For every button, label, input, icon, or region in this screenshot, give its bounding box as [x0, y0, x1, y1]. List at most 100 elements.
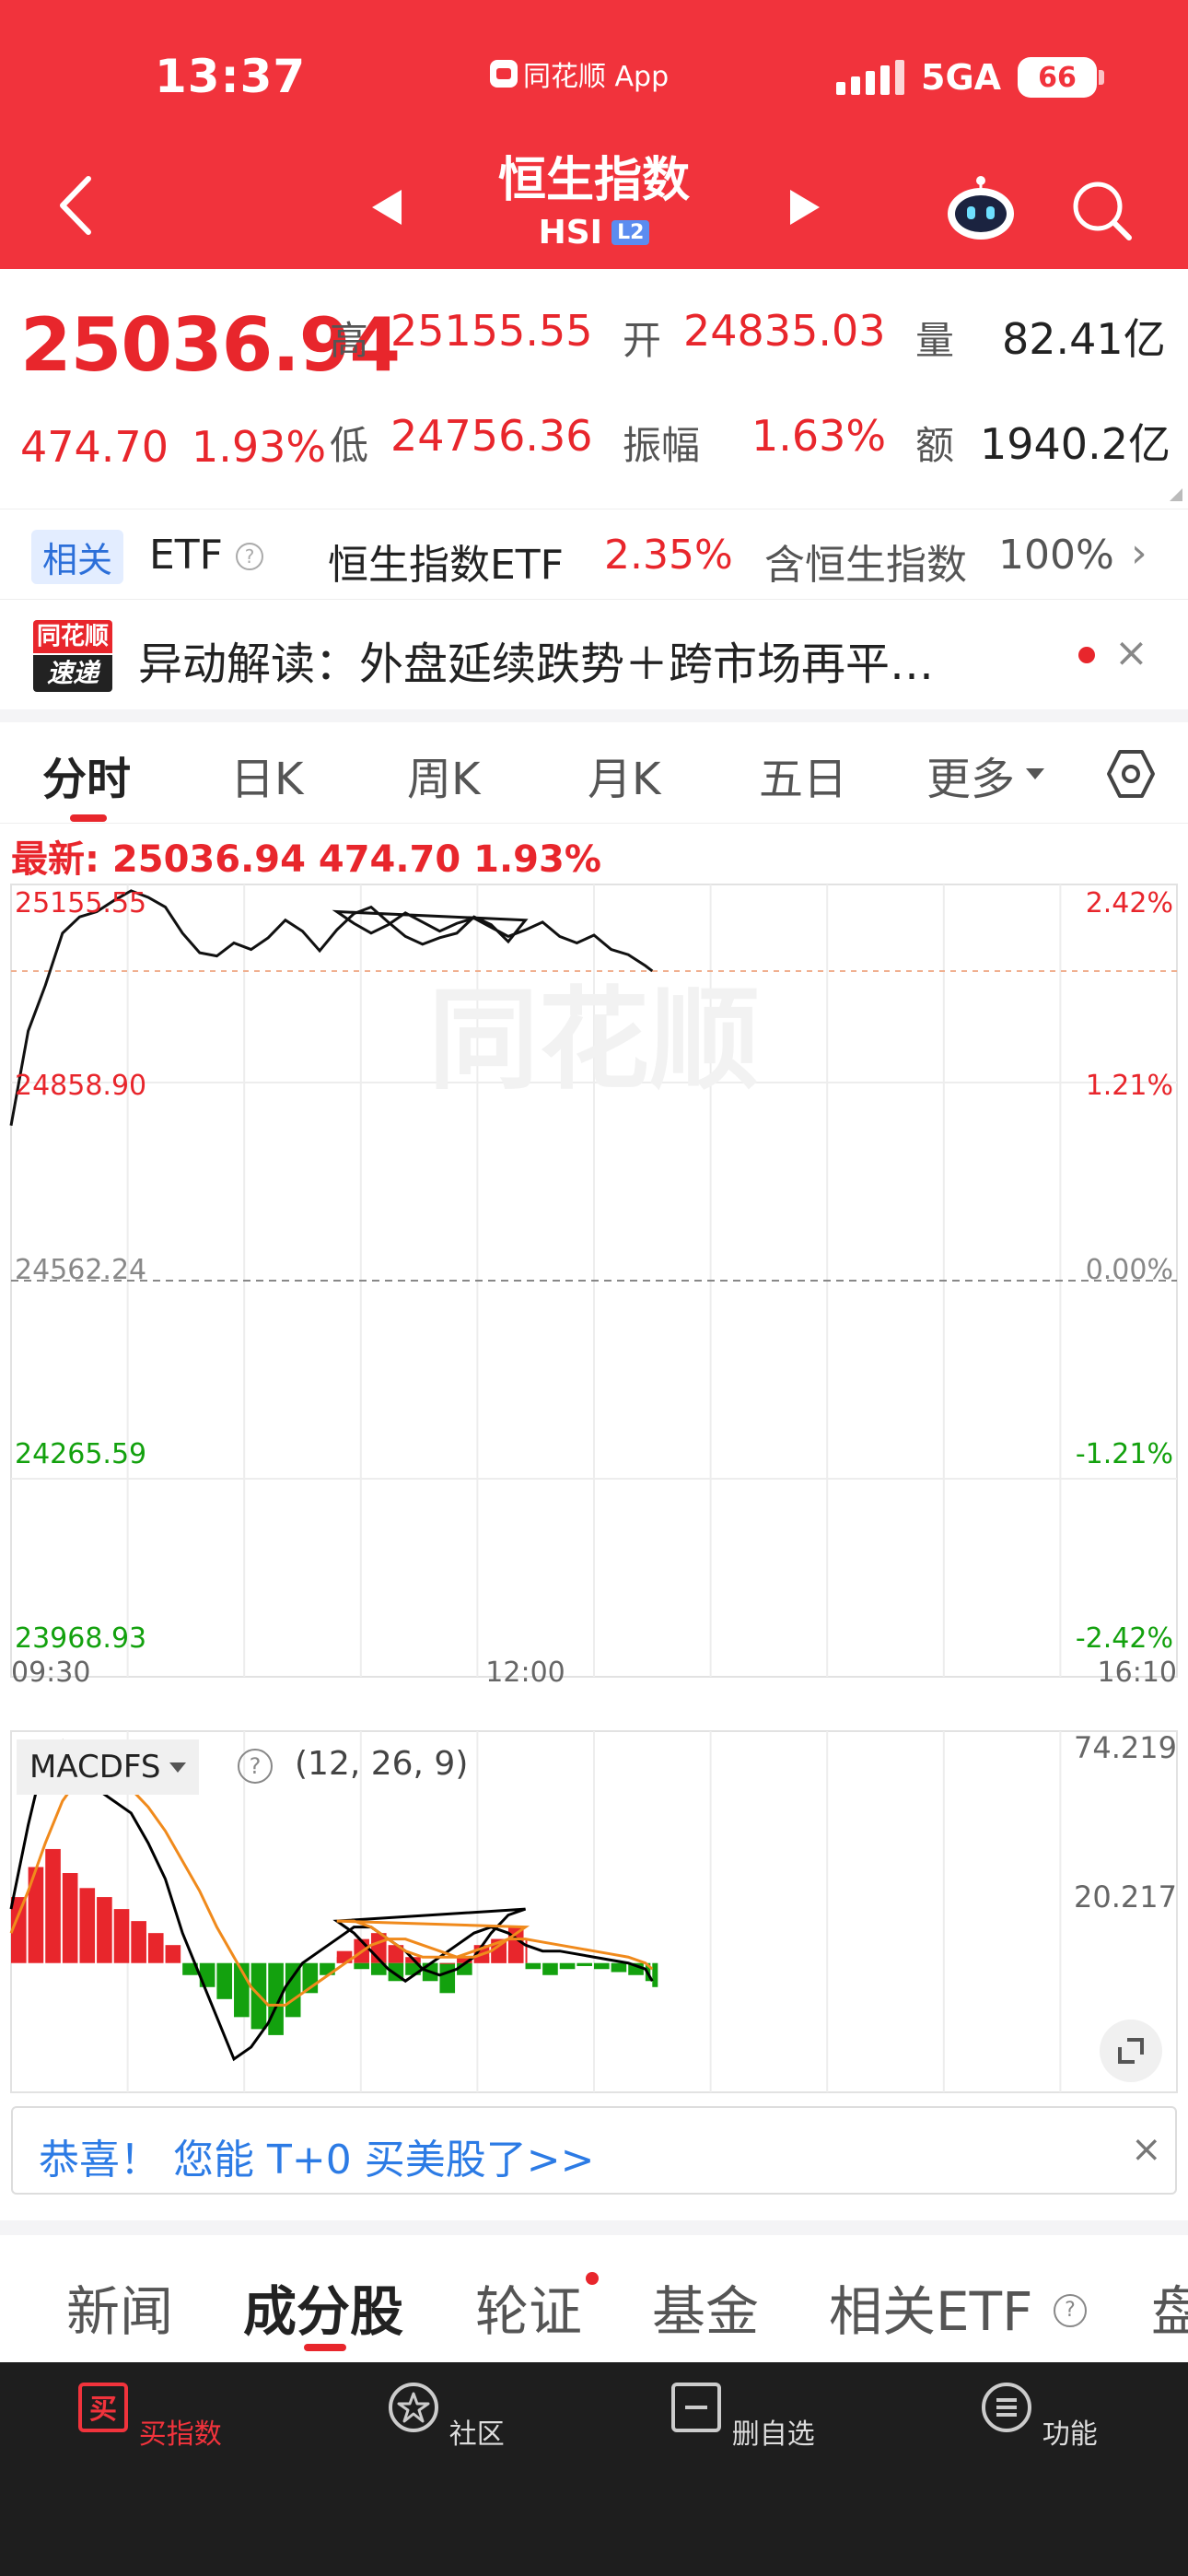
logo-bottom: 速递 [33, 655, 112, 692]
tab-more[interactable]: 更多 [926, 743, 1015, 807]
change-points: 474.70 [20, 422, 169, 472]
remove-watchlist-button[interactable]: 删自选 [650, 2381, 834, 2452]
open-label: 开 [623, 318, 662, 363]
high-label: 高 [330, 318, 369, 363]
tab-daily-k[interactable]: 日K [230, 743, 303, 807]
promo-text[interactable]: 恭喜！ 您能 T+0 买美股了>> [39, 2126, 594, 2185]
status-time: 13:37 [155, 50, 307, 103]
time-tick-label: 12:00 [485, 1657, 565, 1686]
back-button[interactable] [53, 173, 99, 238]
logo-top: 同花顺 [33, 620, 112, 653]
macd-bar [113, 1909, 130, 1963]
intraday-price-chart[interactable]: 同花顺 25155.55 24858.90 24562.24 24265.59 2396… [0, 875, 1188, 1686]
status-app-indicator: 同花顺 App [490, 53, 669, 94]
macd-bar [507, 1950, 524, 1963]
tab-weekly-k[interactable]: 周K [407, 743, 480, 807]
help-icon[interactable]: ? [238, 1749, 273, 1784]
network-label: 5GA [921, 57, 1002, 98]
tab-news[interactable]: 新闻 [66, 2268, 173, 2346]
macd-bar [97, 1897, 112, 1963]
remove-watchlist-icon [671, 2383, 722, 2432]
macd-params: (12, 26, 9) [295, 1745, 469, 1783]
promo-close-button[interactable]: × [1131, 2128, 1162, 2171]
etf-change: 2.35% [604, 532, 733, 579]
promo-banner[interactable]: 恭喜！ 您能 T+0 买美股了>> × [11, 2106, 1177, 2195]
ai-assistant-robot-icon[interactable] [943, 171, 1019, 247]
tab-more-cutoff[interactable]: 盘 [1151, 2268, 1188, 2346]
ticker-close-button[interactable]: × [1114, 629, 1148, 676]
next-index-button[interactable] [781, 184, 827, 230]
buy-icon: 买 [78, 2383, 129, 2432]
related-etf-row[interactable]: 相关 ETF ? 恒生指数ETF 2.35% 含恒生指数 100% › [0, 509, 1188, 597]
functions-label: 功能 [1042, 2418, 1098, 2451]
chart-period-tabs: 分时 日K 周K 月K 五日 更多 [0, 722, 1188, 824]
macd-mid-value: 20.217 [1074, 1879, 1177, 1914]
tab-funds[interactable]: 基金 [652, 2268, 759, 2346]
volume-value: 82.41亿 [1002, 314, 1166, 364]
signal-icon [836, 60, 904, 95]
tab-warrants[interactable]: 轮证 [475, 2268, 582, 2346]
right-tick-label: 1.21% [1086, 1070, 1173, 1102]
etf-holding-label: 含恒生指数 [764, 542, 967, 589]
macd-bar [577, 1962, 592, 1966]
macd-bar [45, 1848, 61, 1963]
tab-constituents[interactable]: 成分股 [243, 2268, 403, 2346]
left-tick-label: 25155.55 [15, 887, 146, 919]
buy-index-label: 买指数 [138, 2418, 222, 2451]
macd-bar [652, 1962, 658, 1987]
macd-bar [62, 1873, 78, 1963]
page-title: 恒生指数 [497, 153, 690, 208]
right-tick-label: -2.42% [1076, 1622, 1173, 1655]
section-separator [0, 2220, 1188, 2235]
macd-bar [611, 1962, 627, 1973]
community-icon [389, 2383, 439, 2432]
caret-down-icon [1026, 768, 1044, 779]
macd-bar [147, 1933, 164, 1963]
tab-intraday[interactable]: 分时 [42, 743, 131, 807]
quote-panel: 25036.94 474.70 1.93% 高 25155.55 开 24835… [0, 269, 1188, 509]
low-value: 24756.36 [390, 411, 593, 461]
change-percent: 1.93% [192, 422, 327, 472]
caret-down-icon [169, 1762, 187, 1773]
macd-bar [268, 1962, 284, 2035]
macd-bar [165, 1945, 181, 1963]
ticker-headline[interactable]: 异动解读：外盘延续跌势＋跨市场再平… [138, 627, 934, 692]
news-ticker[interactable]: 同花顺 速递 异动解读：外盘延续跌势＋跨市场再平… × [0, 599, 1188, 708]
help-icon[interactable]: ? [1054, 2294, 1087, 2327]
quote-expand-corner-icon[interactable] [1170, 488, 1182, 501]
left-tick-label: 24265.59 [15, 1438, 146, 1470]
right-tick-label: 2.42% [1086, 887, 1173, 919]
community-button[interactable]: 社区 [354, 2381, 538, 2452]
buy-index-button[interactable]: 买 买指数 [57, 2381, 241, 2452]
chart-settings-icon[interactable] [1105, 748, 1157, 800]
etf-name: 恒生指数ETF [328, 542, 564, 589]
amount-label: 额 [915, 423, 955, 468]
watermark: 同花顺 [428, 977, 760, 1105]
fullscreen-icon[interactable] [1100, 2020, 1162, 2082]
macd-bar [542, 1962, 558, 1975]
detail-tabs: 新闻 成分股 轮证 基金 相关ETF 盘 ? [0, 2235, 1188, 2362]
macd-bar [79, 1888, 96, 1963]
prev-index-button[interactable] [365, 184, 411, 230]
express-news-logo: 同花顺 速递 [33, 620, 112, 692]
app-icon [490, 60, 518, 88]
svg-text:买: 买 [89, 2394, 117, 2426]
index-code: HSI L2 [539, 214, 650, 252]
high-value: 25155.55 [390, 306, 593, 356]
help-icon[interactable]: ? [236, 543, 263, 570]
macd-bar [131, 1921, 146, 1963]
app-header: 13:37 同花顺 App 5GA 66 恒生指数 HSI L2 [0, 0, 1188, 269]
right-tick-label: -1.21% [1076, 1438, 1173, 1470]
search-icon[interactable] [1068, 177, 1135, 243]
tab-related-etf[interactable]: 相关ETF [829, 2268, 1032, 2346]
macd-bar [594, 1962, 610, 1970]
volume-label: 量 [915, 318, 955, 363]
left-tick-label: 23968.93 [15, 1622, 146, 1655]
tab-monthly-k[interactable]: 月K [588, 743, 660, 807]
tab-five-day[interactable]: 五日 [759, 743, 847, 807]
etf-label: ETF [149, 532, 223, 579]
macd-indicator-selector[interactable]: MACDFS [17, 1739, 200, 1795]
remove-watchlist-label: 删自选 [731, 2418, 815, 2451]
macd-top-value: 74.219 [1074, 1730, 1177, 1765]
functions-button[interactable]: 功能 [947, 2381, 1131, 2452]
